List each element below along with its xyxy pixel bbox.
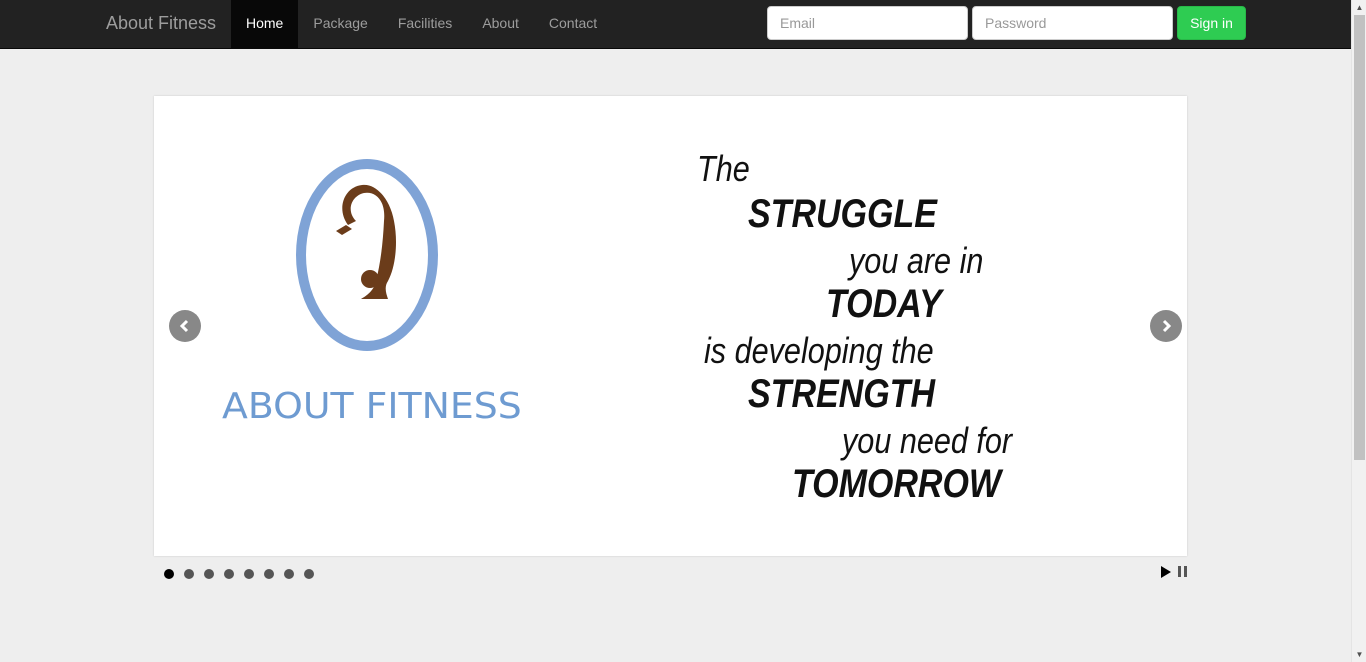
scroll-down-arrow-icon[interactable]: ▼ (1352, 647, 1366, 662)
logo-text: ABOUT FITNESS (222, 386, 522, 427)
yoga-figure-icon (336, 184, 396, 299)
pause-icon[interactable] (1178, 566, 1187, 577)
slide-dot[interactable] (224, 569, 234, 579)
scroll-up-arrow-icon[interactable]: ▲ (1352, 0, 1366, 15)
sign-in-button[interactable]: Sign in (1177, 6, 1246, 40)
quote-line: you are in (849, 240, 984, 281)
email-input[interactable] (767, 6, 968, 40)
quote-line: STRUGGLE (748, 192, 937, 236)
prev-slide-button[interactable] (169, 310, 201, 342)
slide-dot[interactable] (244, 569, 254, 579)
nav-facilities[interactable]: Facilities (383, 0, 467, 48)
nav-home[interactable]: Home (231, 0, 299, 48)
slide-dot[interactable] (304, 569, 314, 579)
quote-line: STRENGTH (748, 372, 935, 416)
password-input[interactable] (972, 6, 1173, 40)
quote-line: TODAY (826, 282, 942, 326)
slide-dot[interactable] (284, 569, 294, 579)
slide-dot[interactable] (164, 569, 174, 579)
play-icon[interactable] (1161, 566, 1171, 578)
scroll-thumb[interactable] (1354, 15, 1365, 460)
chevron-left-icon (179, 319, 189, 333)
nav-contact[interactable]: Contact (534, 0, 612, 48)
chevron-right-icon (1162, 319, 1172, 333)
main-nav: Home Package Facilities About Contact (231, 0, 612, 48)
quote-line: The (697, 148, 750, 189)
nav-package[interactable]: Package (298, 0, 382, 48)
page-scrollbar[interactable]: ▲ ▼ (1351, 0, 1366, 662)
slide-indicators (164, 569, 314, 579)
next-slide-button[interactable] (1150, 310, 1182, 342)
slide-dot[interactable] (204, 569, 214, 579)
brand-link[interactable]: About Fitness (106, 12, 216, 34)
slide-dot[interactable] (184, 569, 194, 579)
quote-line: is developing the (704, 330, 934, 371)
top-navbar: About Fitness Home Package Facilities Ab… (0, 0, 1351, 49)
image-carousel: ABOUT FITNESS The STRUGGLE you are in TO… (154, 96, 1187, 556)
quote-line: you need for (842, 420, 1013, 461)
quote-line: TOMORROW (792, 462, 1002, 506)
slide-dot[interactable] (264, 569, 274, 579)
nav-about[interactable]: About (467, 0, 534, 48)
